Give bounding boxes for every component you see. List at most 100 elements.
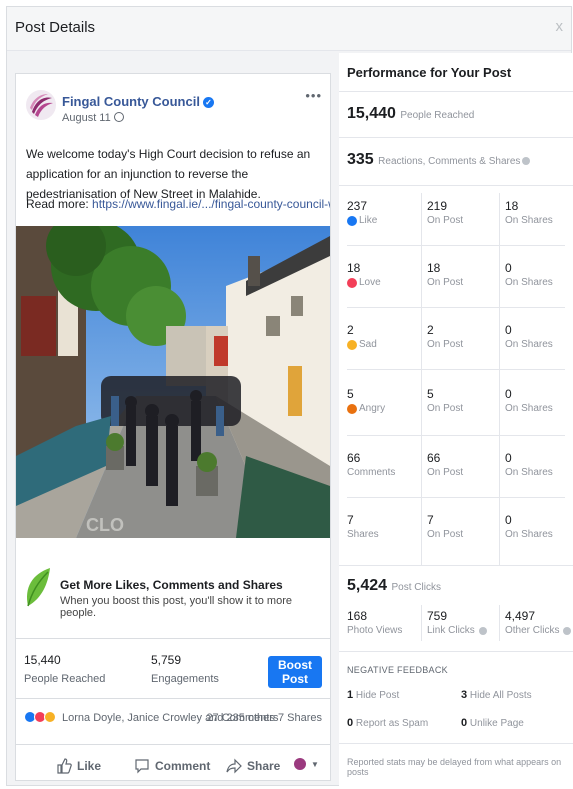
photo-views-cell: 168 Photo Views: [347, 609, 402, 636]
reached-value: 15,440: [347, 105, 396, 122]
close-icon[interactable]: x: [556, 18, 564, 35]
like-action-label[interactable]: Like: [77, 759, 101, 773]
boost-banner: Get More Likes, Comments and Shares When…: [16, 554, 330, 624]
hide-all-value: 3: [461, 689, 468, 701]
post-date-text[interactable]: August 11: [62, 112, 111, 124]
spam-label: Report as Spam: [355, 718, 429, 729]
angry-onshares-cell: 0 On Shares: [505, 387, 553, 414]
rcs-value: 335: [347, 151, 374, 168]
comments-onpost-cell: 66 On Post: [427, 451, 463, 478]
people-reached-stat: 15,440 People Reached: [24, 653, 105, 685]
post-clicks-metric: 5,424 Post Clicks: [347, 577, 441, 595]
like-on-post: 219: [427, 199, 448, 213]
hide-all-label: Hide All Posts: [469, 690, 532, 701]
shares-total: 7: [347, 513, 354, 527]
unlike-metric: 0 Unlike Page: [461, 717, 524, 729]
love-label: Love: [359, 277, 381, 288]
on-post-label: On Post: [427, 403, 464, 414]
on-post-label: On Post: [427, 467, 464, 478]
page-name[interactable]: Fingal County Council: [62, 94, 200, 109]
angry-total: 5: [347, 387, 354, 401]
other-clicks-label: Other Clicks: [505, 625, 560, 636]
comment-action-label[interactable]: Comment: [155, 759, 210, 773]
unlike-label: Unlike Page: [469, 718, 524, 729]
rcs-metric: 335 Reactions, Comments & Shares: [347, 151, 531, 169]
link-clicks-label: Link Clicks: [427, 625, 475, 636]
love-onpost-cell: 18 On Post: [427, 261, 463, 288]
sad-total-cell: 2 Sad: [347, 323, 377, 350]
performance-title: Performance for Your Post: [347, 65, 512, 80]
love-total: 18: [347, 261, 361, 275]
hide-post-label: Hide Post: [355, 690, 400, 701]
read-more-link[interactable]: https://www.fingal.ie/.../fingal-county-…: [92, 197, 330, 211]
more-options-icon[interactable]: •••: [305, 88, 322, 103]
boost-post-button[interactable]: Boost Post: [268, 656, 322, 688]
info-icon[interactable]: [478, 626, 487, 635]
comments-total-cell: 66 Comments: [347, 451, 395, 478]
sad-icon: [347, 339, 357, 350]
thumbs-up-icon: [57, 758, 72, 774]
sad-onpost-cell: 2 On Post: [427, 323, 463, 350]
verified-badge-icon: ✓: [202, 97, 214, 108]
chevron-down-icon: ▼: [311, 759, 319, 769]
love-total-cell: 18 Love: [347, 261, 381, 288]
hide-post-value: 1: [347, 689, 354, 701]
leaf-icon: [26, 568, 50, 607]
reactions-bar[interactable]: Lorna Doyle, Janice Crowley and 235 othe…: [16, 698, 330, 734]
comments-total: 66: [347, 451, 361, 465]
info-icon[interactable]: [522, 157, 531, 165]
sad-label: Sad: [359, 339, 377, 350]
spam-metric: 0 Report as Spam: [347, 717, 428, 729]
other-clicks-cell: 4,497 Other Clicks: [505, 609, 572, 636]
comment-share-counts[interactable]: 27 Comments 7 Shares: [206, 712, 322, 724]
share-action-label[interactable]: Share: [247, 759, 280, 773]
page-avatar-small-icon: [294, 758, 306, 770]
comments-on-shares: 0: [505, 451, 512, 465]
comments-label: Comments: [347, 467, 396, 478]
rcs-label: Reactions, Comments & Shares: [378, 156, 521, 167]
page-avatar[interactable]: [26, 90, 56, 120]
shares-onpost-cell: 7 On Post: [427, 513, 463, 540]
shares-label: Shares: [347, 529, 379, 540]
post-photo[interactable]: CLO: [16, 226, 330, 538]
sad-total: 2: [347, 323, 354, 337]
engagements-value: 5,759: [151, 653, 182, 667]
on-post-label: On Post: [427, 215, 464, 226]
comment-action[interactable]: Comment: [134, 758, 210, 774]
on-shares-label: On Shares: [505, 339, 553, 350]
on-shares-label: On Shares: [505, 467, 553, 478]
boost-banner-subtitle: When you boost this post, you'll show it…: [60, 595, 292, 619]
sad-onshares-cell: 0 On Shares: [505, 323, 553, 350]
post-details-dialog: Post Details x Fingal County Council ✓ Au…: [6, 6, 573, 787]
on-shares-label: On Shares: [505, 403, 553, 414]
post-actions: Like Comment Share ▼: [16, 744, 330, 780]
negative-feedback-title: NEGATIVE FEEDBACK: [347, 665, 448, 675]
post-as-selector[interactable]: ▼: [294, 758, 319, 770]
dialog-header: Post Details x: [7, 7, 571, 51]
share-action[interactable]: Share: [226, 758, 280, 774]
page-name-link[interactable]: Fingal County Council ✓: [62, 94, 214, 109]
like-onpost-cell: 219 On Post: [427, 199, 463, 226]
like-action[interactable]: Like: [56, 758, 101, 774]
clicks-label: Post Clicks: [391, 582, 441, 593]
on-shares-label: On Shares: [505, 277, 553, 288]
spam-value: 0: [347, 717, 354, 729]
comment-icon: [135, 759, 149, 774]
link-clicks-value: 759: [427, 609, 448, 623]
shares-on-post: 7: [427, 513, 434, 527]
clicks-value: 5,424: [347, 577, 388, 594]
info-icon[interactable]: [563, 626, 572, 635]
post-date[interactable]: August 11: [62, 112, 124, 124]
people-reached-label: People Reached: [24, 673, 106, 685]
love-on-shares: 0: [505, 261, 512, 275]
people-reached-value: 15,440: [24, 653, 61, 667]
svg-text:CLO: CLO: [86, 515, 124, 535]
like-icon: [347, 215, 357, 226]
like-onshares-cell: 18 On Shares: [505, 199, 553, 226]
angry-icon: [347, 403, 357, 414]
angry-on-post: 5: [427, 387, 434, 401]
unlike-value: 0: [461, 717, 468, 729]
read-more: Read more: https://www.fingal.ie/.../fin…: [26, 197, 330, 211]
summary-stats: 15,440 People Reached 5,759 Engagements …: [16, 638, 330, 694]
stats-delay-note: Reported stats may be delayed from what …: [347, 757, 562, 777]
